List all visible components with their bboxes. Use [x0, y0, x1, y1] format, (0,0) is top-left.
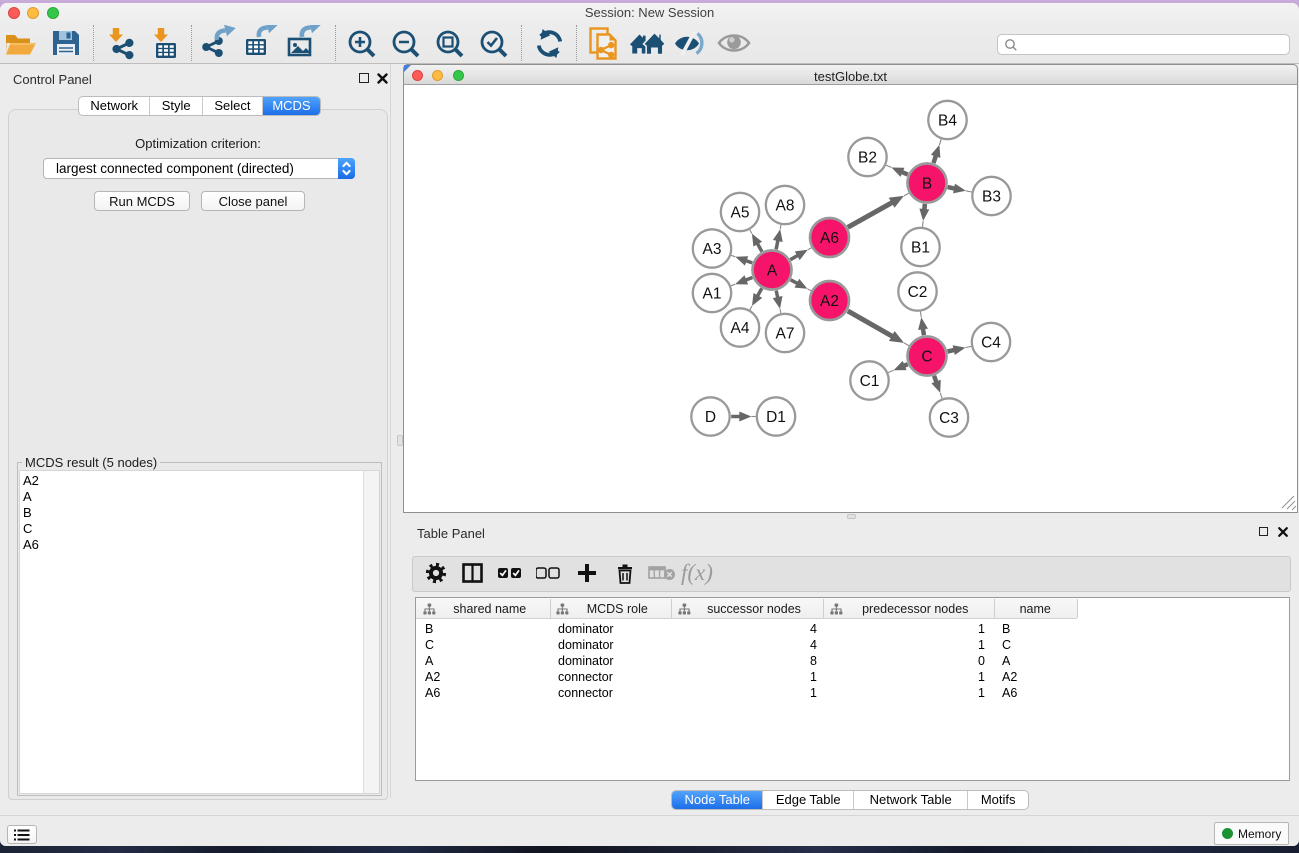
svg-text:C4: C4: [981, 335, 1001, 352]
svg-text:A: A: [767, 263, 778, 280]
svg-text:C2: C2: [908, 284, 928, 301]
svg-text:D: D: [705, 409, 716, 426]
svg-text:A4: A4: [731, 320, 750, 337]
svg-text:C: C: [921, 349, 932, 366]
svg-text:A6: A6: [820, 230, 839, 247]
svg-text:C1: C1: [860, 373, 880, 390]
svg-text:B4: B4: [938, 113, 957, 130]
svg-text:A1: A1: [703, 286, 722, 303]
svg-text:A7: A7: [776, 326, 795, 343]
svg-text:A8: A8: [776, 198, 795, 215]
svg-text:C3: C3: [939, 410, 959, 427]
svg-text:D1: D1: [766, 409, 786, 426]
svg-text:B3: B3: [982, 189, 1001, 206]
svg-text:A3: A3: [703, 241, 722, 258]
svg-text:B1: B1: [911, 240, 930, 257]
svg-text:A5: A5: [731, 205, 750, 222]
svg-text:B2: B2: [858, 150, 877, 167]
svg-text:B: B: [922, 176, 932, 193]
svg-text:A2: A2: [820, 293, 839, 310]
